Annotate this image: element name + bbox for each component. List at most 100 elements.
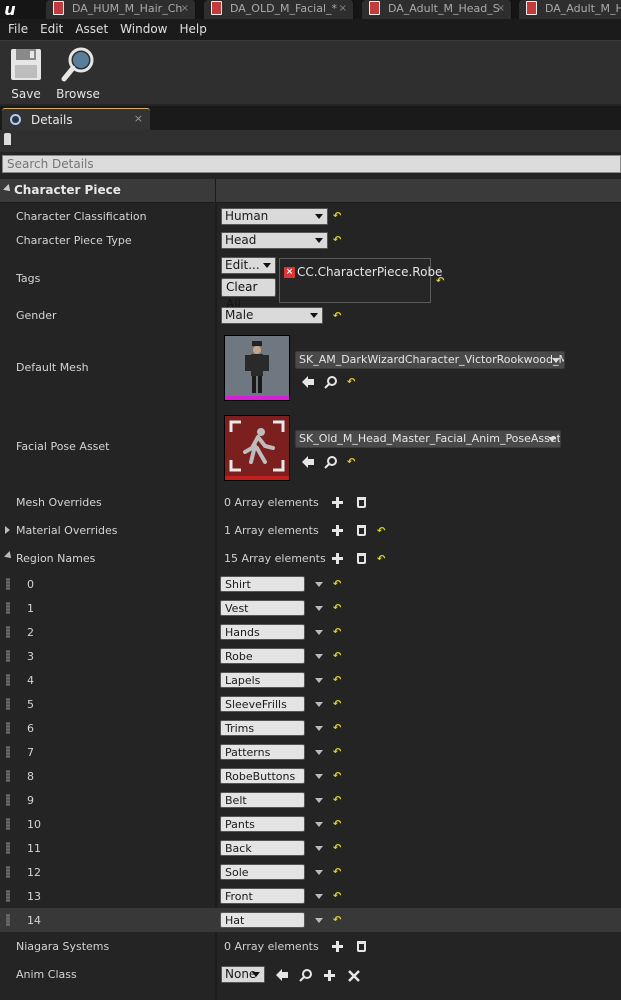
menu-help[interactable]: Help <box>173 19 212 40</box>
chevron-down-icon[interactable] <box>315 654 323 659</box>
reset-to-default-icon[interactable]: ↶ <box>333 868 342 878</box>
reset-to-default-icon[interactable]: ↶ <box>333 748 342 758</box>
drag-handle-icon[interactable] <box>6 842 10 854</box>
chevron-down-icon[interactable] <box>315 726 323 731</box>
chevron-down-icon[interactable] <box>315 846 323 851</box>
reset-to-default-icon[interactable]: ↶ <box>347 378 356 388</box>
drag-handle-icon[interactable] <box>6 914 10 926</box>
reset-to-default-icon[interactable]: ↶ <box>333 652 342 662</box>
reset-to-default-icon[interactable]: ↶ <box>333 916 342 926</box>
chevron-down-icon[interactable] <box>315 750 323 755</box>
remove-tag-icon[interactable]: × <box>284 267 295 278</box>
reset-to-default-icon[interactable]: ↶ <box>436 277 445 287</box>
chevron-down-icon[interactable] <box>315 918 323 923</box>
clear-icon[interactable] <box>347 969 361 983</box>
chevron-down-icon[interactable] <box>315 702 323 707</box>
chevron-down-icon[interactable] <box>315 822 323 827</box>
reset-to-default-icon[interactable]: ↶ <box>333 796 342 806</box>
reset-to-default-icon[interactable]: ↶ <box>333 236 342 246</box>
chevron-down-icon[interactable] <box>315 774 323 779</box>
close-icon[interactable]: × <box>134 112 143 125</box>
chevron-right-icon[interactable] <box>5 526 10 534</box>
add-element-icon[interactable] <box>332 553 343 564</box>
clear-all-button[interactable]: Clear All <box>221 278 276 311</box>
drag-handle-icon[interactable] <box>6 698 10 710</box>
save-button[interactable]: Save <box>1 45 51 101</box>
browse-button[interactable]: Browse <box>53 45 103 101</box>
anim-class-dropdown[interactable]: None <box>221 966 265 983</box>
document-tab[interactable]: DA_Adult_M_Head_S × <box>362 0 512 19</box>
region-name-input[interactable] <box>220 792 305 808</box>
chevron-down-icon[interactable] <box>315 870 323 875</box>
browse-asset-icon[interactable] <box>324 375 338 389</box>
drag-handle-icon[interactable] <box>6 890 10 902</box>
use-selected-icon[interactable] <box>275 968 289 982</box>
region-name-input[interactable] <box>220 576 305 592</box>
drag-handle-icon[interactable] <box>6 650 10 662</box>
region-name-input[interactable] <box>220 888 305 904</box>
reset-to-default-icon[interactable]: ↶ <box>333 628 342 638</box>
add-element-icon[interactable] <box>332 525 343 536</box>
close-icon[interactable]: × <box>181 0 189 17</box>
drag-handle-icon[interactable] <box>6 674 10 686</box>
region-name-input[interactable] <box>220 648 305 664</box>
reset-to-default-icon[interactable]: ↶ <box>347 458 356 468</box>
delete-all-icon[interactable] <box>357 497 366 508</box>
drag-handle-icon[interactable] <box>6 722 10 734</box>
menu-asset[interactable]: Asset <box>69 19 114 40</box>
pose-asset-thumbnail[interactable] <box>224 415 290 481</box>
document-tab[interactable]: DA_Adult_M_H <box>519 0 621 19</box>
menu-file[interactable]: File <box>2 19 34 40</box>
drag-handle-icon[interactable] <box>6 770 10 782</box>
facial-pose-picker[interactable]: SK_Old_M_Head_Master_Facial_Anim_PoseAss… <box>295 430 561 448</box>
unreal-logo-icon[interactable]: u <box>0 0 20 19</box>
drag-handle-icon[interactable] <box>6 626 10 638</box>
browse-asset-icon[interactable] <box>299 968 313 982</box>
reset-to-default-icon[interactable]: ↶ <box>333 676 342 686</box>
browse-asset-icon[interactable] <box>324 455 338 469</box>
region-name-input[interactable] <box>220 744 305 760</box>
region-name-input[interactable] <box>220 624 305 640</box>
new-class-icon[interactable] <box>324 970 335 981</box>
reset-to-default-icon[interactable]: ↶ <box>377 527 386 537</box>
mesh-thumbnail[interactable] <box>224 335 290 401</box>
region-name-input[interactable] <box>220 912 305 928</box>
chevron-down-icon[interactable] <box>315 894 323 899</box>
drag-handle-icon[interactable] <box>6 578 10 590</box>
menu-edit[interactable]: Edit <box>34 19 69 40</box>
chevron-down-icon[interactable] <box>315 606 323 611</box>
document-tab[interactable]: DA_HUM_M_Hair_Ch × <box>46 0 196 19</box>
region-name-input[interactable] <box>220 672 305 688</box>
region-name-input[interactable] <box>220 840 305 856</box>
drag-handle-icon[interactable] <box>6 746 10 758</box>
drag-handle-icon[interactable] <box>6 866 10 878</box>
region-name-input[interactable] <box>220 768 305 784</box>
category-header[interactable]: Character Piece <box>0 179 621 203</box>
delete-all-icon[interactable] <box>357 941 366 952</box>
lock-icon[interactable] <box>4 133 11 145</box>
add-element-icon[interactable] <box>332 941 343 952</box>
region-name-input[interactable] <box>220 720 305 736</box>
use-selected-icon[interactable] <box>301 375 315 389</box>
reset-to-default-icon[interactable]: ↶ <box>333 724 342 734</box>
region-name-input[interactable] <box>220 696 305 712</box>
reset-to-default-icon[interactable]: ↶ <box>333 604 342 614</box>
tags-edit-dropdown[interactable]: Edit... <box>221 257 276 274</box>
reset-to-default-icon[interactable]: ↶ <box>333 820 342 830</box>
reset-to-default-icon[interactable]: ↶ <box>333 580 342 590</box>
chevron-down-icon[interactable] <box>315 582 323 587</box>
chevron-down-icon[interactable] <box>4 551 14 561</box>
add-element-icon[interactable] <box>332 497 343 508</box>
classification-dropdown[interactable]: Human <box>221 208 328 225</box>
drag-handle-icon[interactable] <box>6 818 10 830</box>
close-icon[interactable]: × <box>497 0 505 17</box>
chevron-down-icon[interactable] <box>315 678 323 683</box>
reset-to-default-icon[interactable]: ↶ <box>333 312 342 322</box>
search-details-input[interactable] <box>2 155 621 173</box>
gender-dropdown[interactable]: Male <box>221 307 323 324</box>
reset-to-default-icon[interactable]: ↶ <box>377 555 386 565</box>
delete-all-icon[interactable] <box>357 525 366 536</box>
chevron-down-icon[interactable] <box>315 798 323 803</box>
chevron-down-icon[interactable] <box>315 630 323 635</box>
region-name-input[interactable] <box>220 816 305 832</box>
